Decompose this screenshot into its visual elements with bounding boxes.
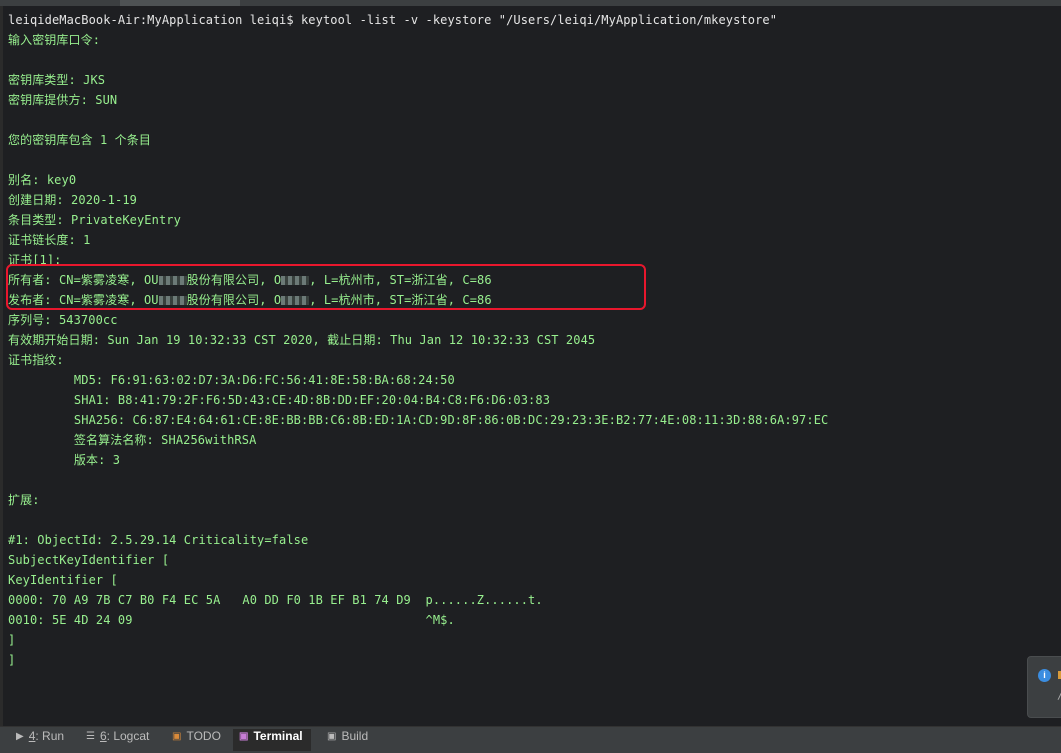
terminal-prompt-line: leiqideMacBook-Air:MyApplication leiqi$ … bbox=[8, 13, 778, 27]
terminal-output-line: MD5: F6:91:63:02:D7:3A:D6:FC:56:41:8E:58… bbox=[8, 373, 455, 387]
terminal-output-line: 扩展: bbox=[8, 493, 40, 507]
terminal-output-line: 条目类型: PrivateKeyEntry bbox=[8, 213, 181, 227]
terminal-output-line: 序列号: 543700cc bbox=[8, 313, 118, 327]
terminal-output-line: 输入密钥库口令: bbox=[8, 33, 101, 47]
terminal-output-line: 0000: 70 A9 7B C7 B0 F4 EC 5A A0 DD F0 1… bbox=[8, 593, 543, 607]
terminal-output-line: 0010: 5E 4D 24 09 ^M$. bbox=[8, 613, 455, 627]
terminal-output-line: 签名算法名称: SHA256withRSA bbox=[8, 433, 257, 447]
tool-logcat-button[interactable]: ☰ 6: Logcat bbox=[86, 729, 149, 751]
build-icon: ▣ bbox=[327, 731, 337, 743]
terminal-output-line: 证书指纹: bbox=[8, 353, 64, 367]
terminal-icon: ▣ bbox=[239, 731, 249, 743]
terminal-output: leiqideMacBook-Air:MyApplication leiqi$ … bbox=[8, 10, 828, 670]
terminal-panel[interactable]: leiqideMacBook-Air:MyApplication leiqi$ … bbox=[3, 6, 1061, 726]
terminal-output-line: SHA256: C6:87:E4:64:61:CE:8E:BB:BB:C6:8B… bbox=[8, 413, 829, 427]
terminal-output-line: SubjectKeyIdentifier [ bbox=[8, 553, 170, 567]
terminal-output-line: ] bbox=[8, 653, 16, 667]
info-icon: i bbox=[1038, 669, 1051, 682]
tool-todo-button[interactable]: ▣ TODO bbox=[172, 729, 221, 751]
tool-build-button[interactable]: ▣ Build bbox=[327, 729, 368, 751]
terminal-output-line: 版本: 3 bbox=[8, 453, 121, 467]
terminal-output-line: ] bbox=[8, 633, 16, 647]
terminal-output-line: SHA1: B8:41:79:2F:F6:5D:43:CE:4D:8B:DD:E… bbox=[8, 393, 551, 407]
tool-run-button[interactable]: ▶ 4: Run bbox=[16, 729, 64, 751]
terminal-output-line: KeyIdentifier [ bbox=[8, 573, 118, 587]
highlight-annotation-box bbox=[6, 264, 646, 310]
terminal-output-line: 创建日期: 2020-1-19 bbox=[8, 193, 137, 207]
terminal-output-line: 证书链长度: 1 bbox=[8, 233, 91, 247]
bottom-tool-window-bar: ▶ 4: Run ☰ 6: Logcat ▣ TODO ▣ Terminal ▣ Buil… bbox=[0, 726, 1061, 753]
terminal-output-line: 密钥库类型: JKS bbox=[8, 73, 106, 87]
terminal-output-line: 别名: key0 bbox=[8, 173, 77, 187]
play-icon: ▶ bbox=[16, 731, 24, 743]
terminal-output-line: 您的密钥库包含 1 个条目 bbox=[8, 133, 151, 147]
notification-popup[interactable]: i / bbox=[1027, 656, 1061, 718]
tool-terminal-button[interactable]: ▣ Terminal bbox=[233, 729, 311, 751]
todo-icon: ▣ bbox=[172, 731, 182, 743]
terminal-output-line: 密钥库提供方: SUN bbox=[8, 93, 118, 107]
terminal-output-line: 有效期开始日期: Sun Jan 19 10:32:33 CST 2020, 截… bbox=[8, 333, 596, 347]
logcat-icon: ☰ bbox=[86, 731, 95, 743]
notification-text-fragment: / bbox=[1057, 689, 1061, 702]
terminal-output-line: #1: ObjectId: 2.5.29.14 Criticality=fals… bbox=[8, 533, 309, 547]
